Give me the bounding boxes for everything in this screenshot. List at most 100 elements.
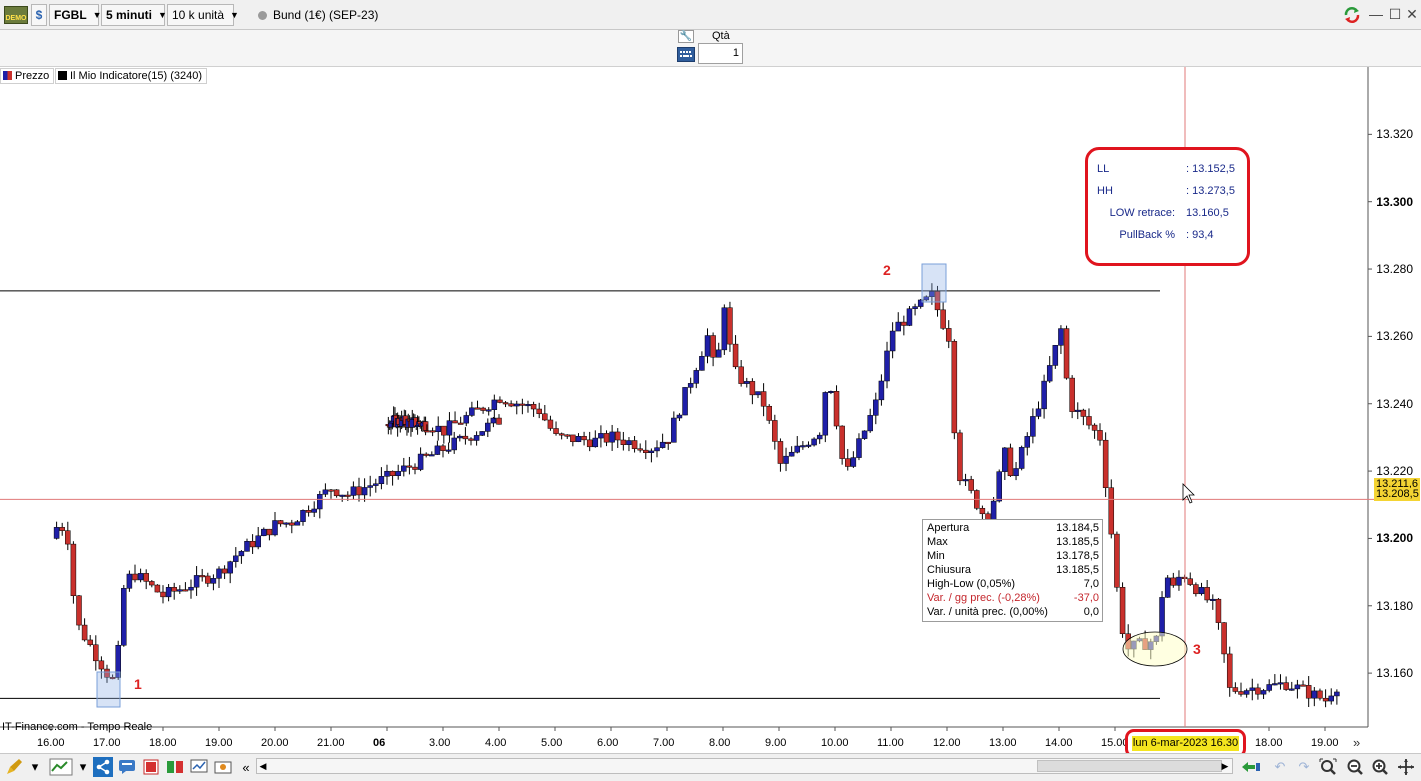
fullscreen-icon[interactable]	[1396, 757, 1416, 777]
chevron-down-icon[interactable]: ▾	[76, 757, 90, 777]
x-tick-label: 14.00	[1045, 737, 1073, 749]
title-bar: DEMO $ FGBL ▼ 5 minuti ▼ 10 k unità ▼ Bund …	[0, 0, 1421, 30]
order-icon[interactable]	[165, 757, 185, 777]
candle-up	[485, 409, 492, 412]
hh-value: : 13.273,5	[1186, 185, 1235, 197]
chat-icon[interactable]	[117, 757, 137, 777]
indicator-icon[interactable]	[48, 757, 74, 777]
scroll-thumb[interactable]	[1037, 760, 1222, 772]
candle-up	[322, 489, 329, 495]
candle-up	[1311, 690, 1318, 699]
candle-down	[441, 425, 447, 436]
candle-up	[300, 510, 306, 522]
candle-up	[721, 307, 728, 351]
cursor-date-label: lun 6-mar-2023 16.30	[1132, 736, 1239, 751]
candle-up	[626, 440, 632, 445]
minimize-icon[interactable]: —	[1366, 4, 1386, 24]
retrace-ellipse	[1122, 631, 1188, 667]
auto-zoom-icon[interactable]	[1318, 757, 1338, 777]
zoom-in-icon[interactable]	[1370, 757, 1390, 777]
timeframe-selector[interactable]: 5 minuti ▼	[101, 4, 167, 26]
candle-down	[553, 428, 559, 434]
candle-down	[289, 522, 295, 526]
y-tick-label: 13.300	[1376, 194, 1413, 209]
candle-down	[497, 399, 503, 403]
scroll-right-icon[interactable]: »	[1353, 735, 1360, 750]
candle-up	[895, 321, 901, 332]
candle-down	[727, 307, 733, 345]
candle-down	[620, 439, 627, 445]
collapse-left-icon[interactable]: «	[236, 757, 256, 777]
candle-down	[502, 402, 509, 405]
swing-low-highlight	[96, 671, 121, 708]
units-selector[interactable]: 10 k unità ▼	[167, 4, 239, 26]
candle-up	[238, 551, 245, 557]
x-tick-label: 10.00	[821, 737, 849, 749]
candle-down	[249, 541, 256, 548]
candle-up	[1035, 408, 1042, 417]
qty-label: Qtà	[712, 30, 730, 42]
units-label: 10 k unità	[172, 8, 225, 22]
candle-up	[575, 436, 582, 443]
symbol-selector[interactable]: FGBL ▼	[49, 4, 102, 26]
legend-indicator[interactable]: Il Mio Indicatore(15) (3240)	[55, 68, 208, 84]
candle-up	[671, 417, 677, 443]
candle-down	[462, 435, 469, 440]
demo-badge[interactable]: DEMO	[4, 6, 28, 24]
alert-icon[interactable]	[141, 757, 161, 777]
candle-up	[704, 335, 711, 357]
candle-up	[1198, 587, 1205, 595]
ohlc-value: 13.185,5	[1056, 564, 1099, 576]
zoom-out-icon[interactable]	[1345, 757, 1365, 777]
close-icon[interactable]: ✕	[1402, 4, 1421, 24]
legend-price[interactable]: Prezzo	[0, 68, 55, 84]
candle-down	[547, 419, 554, 429]
candle-down	[171, 587, 177, 592]
redo-icon[interactable]: ↷	[1294, 757, 1314, 777]
candle-up	[514, 403, 520, 407]
dollar-icon[interactable]: $	[31, 4, 47, 26]
candle-up	[755, 391, 761, 396]
undo-icon[interactable]: ↶	[1270, 757, 1290, 777]
keypad-icon[interactable]	[677, 47, 695, 62]
candle-down	[749, 381, 756, 396]
candle-up	[906, 308, 913, 326]
candle-up	[912, 306, 918, 309]
candle-up	[188, 586, 194, 591]
candle-up	[378, 476, 385, 485]
horizontal-scrollbar[interactable]: ◀ ▶	[256, 758, 1233, 774]
y-tick-label: 13.260	[1376, 329, 1413, 344]
candle-down	[581, 436, 587, 441]
candle-down	[277, 520, 284, 525]
candle-down	[199, 575, 205, 578]
y-tick-label: 13.320	[1376, 127, 1413, 142]
candle-down	[345, 494, 351, 497]
scroll-right-arrow-icon[interactable]: ▶	[1219, 759, 1231, 773]
sync-icon[interactable]	[1342, 5, 1362, 25]
last-price-tag: 13.208,5	[1374, 488, 1420, 501]
backtest-icon[interactable]	[213, 757, 233, 777]
demo-badge-label: DEMO	[5, 15, 27, 22]
scroll-left-arrow-icon[interactable]: ◀	[257, 759, 269, 773]
wrench-icon[interactable]: 🔧	[678, 30, 694, 43]
history-icon[interactable]	[1240, 757, 1262, 777]
legend-price-label: Prezzo	[15, 70, 50, 82]
x-tick-label: 4.00	[485, 737, 507, 749]
candle-down	[1317, 690, 1323, 699]
ohlc-unit-change-row: Var. / unità prec. (0,00%) 0,0	[927, 606, 1099, 620]
candle-up	[395, 471, 401, 477]
chevron-down-icon[interactable]: ▾	[28, 757, 42, 777]
candle-up	[1159, 597, 1165, 637]
candle-up	[261, 528, 267, 537]
candle-down	[968, 479, 974, 491]
candle-down	[665, 441, 671, 444]
draw-pencil-icon[interactable]	[4, 757, 24, 777]
candle-down	[406, 465, 413, 468]
x-tick-label: 18.00	[149, 737, 177, 749]
chart-area[interactable]: Prezzo Il Mio Indicatore(15) (3240) 1 2 …	[0, 67, 1421, 758]
candle-down	[777, 441, 784, 464]
screener-icon[interactable]	[189, 757, 209, 777]
share-icon[interactable]	[93, 757, 113, 777]
qty-input[interactable]: 1	[698, 43, 743, 64]
ll-label: LL	[1097, 163, 1110, 175]
